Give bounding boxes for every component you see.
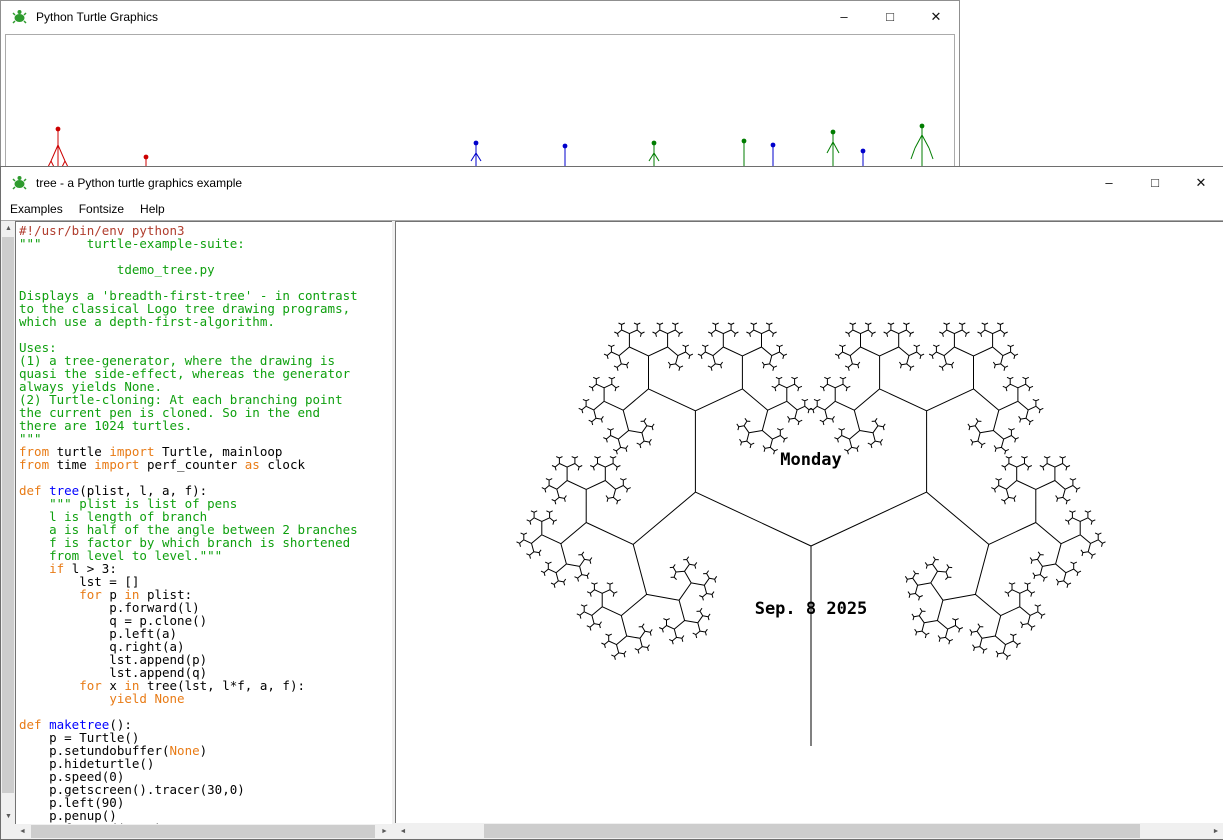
menu-item-fontsize[interactable]: Fontsize: [71, 199, 132, 219]
window-content: ▲ ▼ #!/usr/bin/env python3""" turtle-exa…: [1, 221, 1223, 839]
code-vertical-scrollbar[interactable]: ▲ ▼: [1, 221, 15, 824]
bg-window-controls: – □ ✕: [821, 1, 959, 32]
bg-minimize-button[interactable]: –: [821, 1, 867, 32]
scroll-down-arrow-icon[interactable]: ▼: [1, 809, 16, 824]
code-line: which use a depth-first-algorithm.: [19, 315, 393, 328]
scroll-right-arrow-icon[interactable]: ►: [377, 824, 392, 839]
scroll-left-arrow-icon[interactable]: ◄: [15, 824, 30, 839]
fg-close-button[interactable]: ✕: [1178, 167, 1223, 198]
code-line: there are 1024 turtles.: [19, 419, 393, 432]
canvas-text: Monday: [780, 450, 841, 470]
bg-close-button[interactable]: ✕: [913, 1, 959, 32]
menu-item-examples[interactable]: Examples: [2, 199, 71, 219]
scroll-left-arrow-icon[interactable]: ◄: [395, 823, 411, 839]
desktop: { "icons": {"up":"▲","down":"▼","left":"…: [0, 0, 1223, 839]
source-code-text: #!/usr/bin/env python3""" turtle-example…: [16, 222, 393, 826]
canvas-text: Sep. 8 2025: [755, 599, 868, 619]
source-code-pane[interactable]: #!/usr/bin/env python3""" turtle-example…: [15, 221, 394, 826]
code-line: [19, 328, 393, 341]
menubar: Examples Fontsize Help: [1, 198, 1223, 221]
turtle-canvas: Monday Sep. 8 2025: [395, 221, 1223, 825]
bg-titlebar[interactable]: Python Turtle Graphics – □ ✕: [1, 1, 959, 32]
scroll-right-arrow-icon[interactable]: ►: [1208, 823, 1223, 839]
canvas-horizontal-scrollbar[interactable]: ◄ ►: [395, 823, 1223, 839]
scroll-up-arrow-icon[interactable]: ▲: [1, 221, 16, 236]
code-line: """ turtle-example-suite:: [19, 237, 393, 250]
code-hscroll-thumb[interactable]: [31, 825, 375, 838]
code-vscroll-thumb[interactable]: [2, 237, 14, 793]
turtledemo-window: tree - a Python turtle graphics example …: [0, 166, 1223, 840]
canvas-hscroll-thumb[interactable]: [484, 824, 1140, 838]
fg-minimize-button[interactable]: –: [1086, 167, 1132, 198]
code-line: tdemo_tree.py: [19, 263, 393, 276]
fg-window-title: tree - a Python turtle graphics example: [36, 176, 242, 190]
fg-maximize-button[interactable]: □: [1132, 167, 1178, 198]
tree-drawing: Monday Sep. 8 2025: [396, 222, 1223, 824]
turtle-icon: [11, 8, 28, 25]
bg-window-title: Python Turtle Graphics: [36, 10, 158, 24]
bg-maximize-button[interactable]: □: [867, 1, 913, 32]
code-line: yield None: [19, 692, 393, 705]
fg-window-controls: – □ ✕: [1086, 167, 1223, 198]
code-horizontal-scrollbar[interactable]: ◄ ►: [15, 824, 392, 839]
fractal-tree: [517, 323, 1106, 746]
turtle-icon: [11, 174, 28, 191]
menu-item-help[interactable]: Help: [132, 199, 173, 219]
fg-titlebar[interactable]: tree - a Python turtle graphics example …: [1, 167, 1223, 198]
code-line: from time import perf_counter as clock: [19, 458, 393, 471]
